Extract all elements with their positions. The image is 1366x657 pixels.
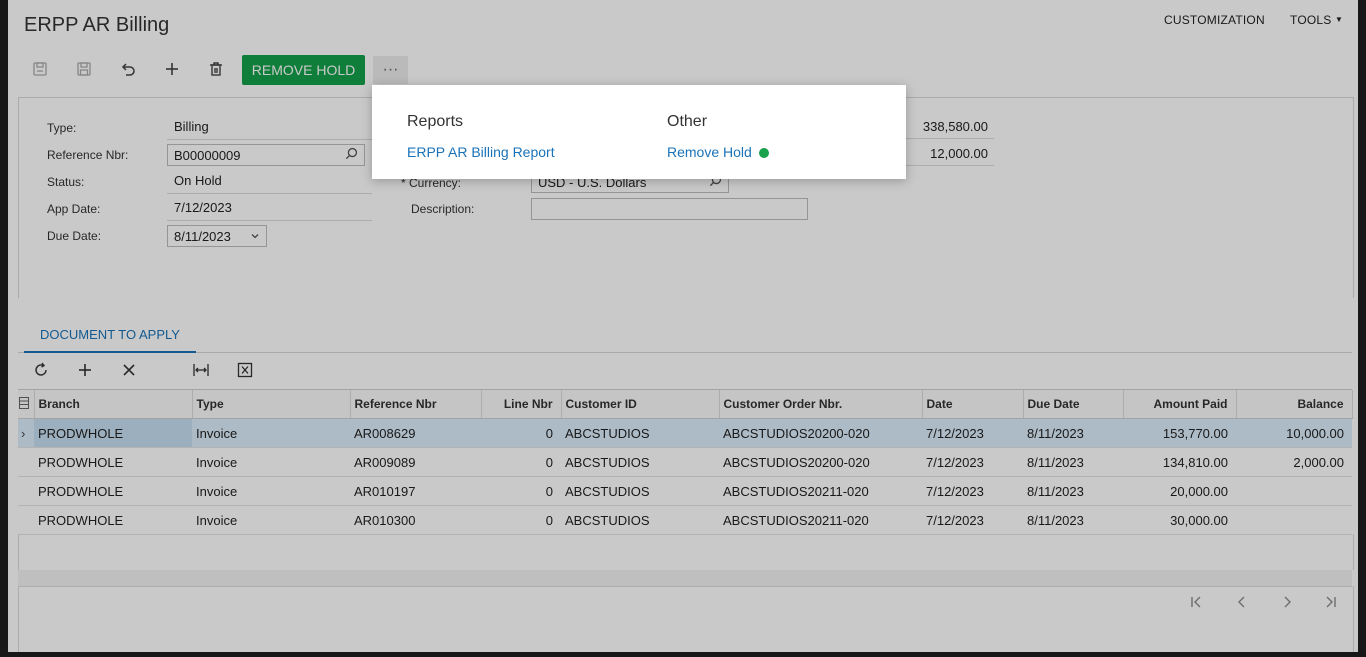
remove-hold-menu-item[interactable]: Remove Hold — [667, 144, 769, 160]
status-dot-icon — [758, 148, 769, 158]
remove-hold-label: Remove Hold — [667, 144, 752, 160]
more-actions-menu: Reports ERPP AR Billing Report Other Rem… — [372, 85, 906, 179]
erpp-ar-billing-report-link[interactable]: ERPP AR Billing Report — [407, 144, 555, 160]
other-heading: Other — [667, 113, 708, 130]
reports-heading: Reports — [407, 113, 464, 130]
